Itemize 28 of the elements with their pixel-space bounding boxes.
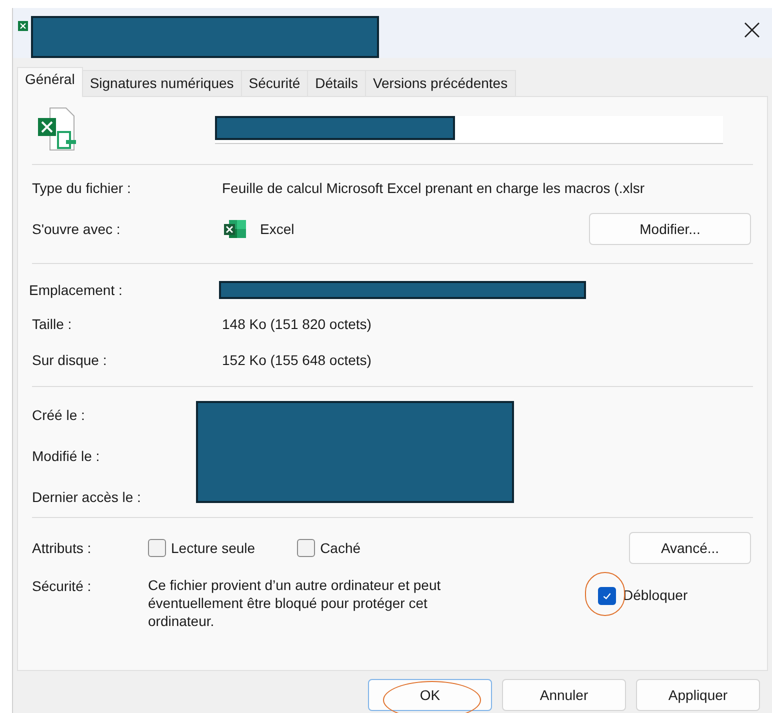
checkbox-label: Débloquer	[623, 586, 688, 605]
tab[interactable]: Général	[17, 67, 83, 97]
checkbox-label: Caché	[320, 538, 361, 558]
dialog-button[interactable]: Annuler	[502, 679, 626, 711]
field-label: S'ouvre avec :	[32, 220, 122, 238]
field-value: 152 Ko (155 648 octets)	[222, 350, 372, 370]
field-label: Type du fichier :	[32, 178, 132, 198]
dialog-button[interactable]: Modifier...	[589, 213, 751, 245]
field-label: Sur disque :	[32, 350, 108, 370]
dialog-button[interactable]: Avancé...	[629, 532, 751, 564]
field-value: 148 Ko (151 820 octets)	[222, 314, 372, 334]
tab[interactable]: Signatures numériques	[82, 70, 242, 96]
tab[interactable]: Sécurité	[242, 70, 308, 96]
security-message: Ce fichier provient d’un autre ordinateur et peut éventuellement être bloqué pour protéger cet ordinateur.	[148, 576, 442, 630]
field-label: Créé le :	[32, 406, 86, 425]
field-label: Taille :	[32, 314, 73, 334]
field-value: Feuille de calcul Microsoft Excel prenant en charge les macros (.xlsr	[222, 178, 645, 198]
field-label: Sécurité :	[32, 577, 92, 596]
field-label: Modifié le :	[32, 447, 101, 466]
checkbox-label: Lecture seule	[171, 538, 256, 558]
tab[interactable]: Détails	[308, 70, 366, 96]
field-label: Emplacement :	[29, 280, 124, 300]
tab[interactable]: Versions précédentes	[366, 70, 516, 96]
field-label: Attributs :	[32, 538, 92, 558]
dialog-button[interactable]: OK	[368, 679, 492, 711]
dialog-button[interactable]: Appliquer	[636, 679, 760, 711]
field-value: Excel	[260, 220, 294, 238]
field-label: Dernier accès le :	[32, 488, 142, 507]
